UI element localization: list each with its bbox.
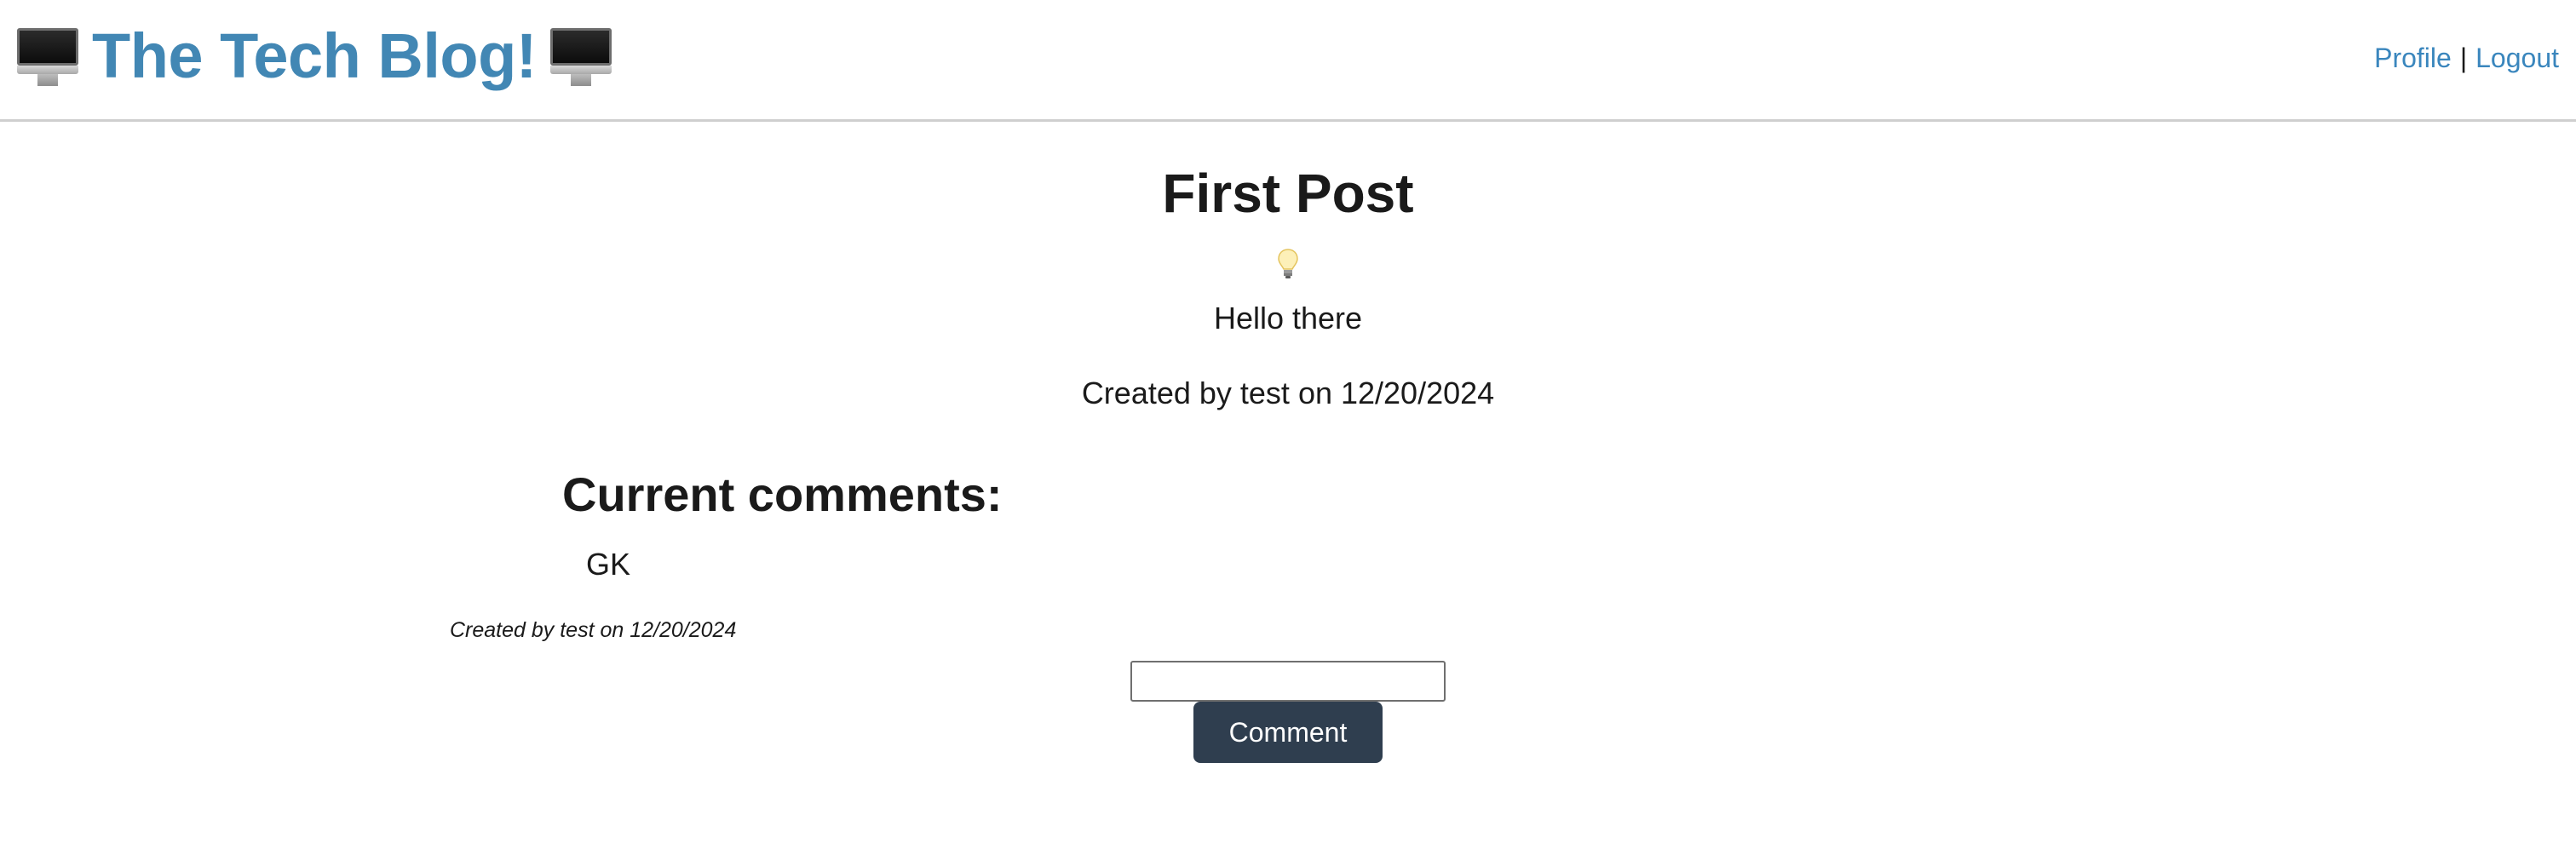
post-body: Hello there xyxy=(1213,301,1363,335)
post: First Post Hello there Created by test o… xyxy=(0,166,2576,411)
header-nav: Profile | Logout xyxy=(2374,43,2559,74)
comments-heading: Current comments: xyxy=(562,467,1003,521)
desktop-computer-icon xyxy=(549,23,613,89)
desktop-computer-icon xyxy=(15,23,80,89)
comment-input[interactable] xyxy=(1130,661,1446,702)
post-title: First Post xyxy=(1162,163,1414,224)
comment-form: Comment xyxy=(0,661,2576,763)
site-brand[interactable]: The Tech Blog! xyxy=(15,15,613,97)
light-bulb-icon xyxy=(1278,249,1298,278)
site-title[interactable]: The Tech Blog! xyxy=(92,25,537,88)
nav-separator: | xyxy=(2459,43,2468,73)
comment-button[interactable]: Comment xyxy=(1193,702,1383,763)
comment-meta: Created by test on 12/20/2024 xyxy=(450,618,737,642)
post-meta: Created by test on 12/20/2024 xyxy=(1081,376,1495,410)
logout-link[interactable]: Logout xyxy=(2475,43,2559,74)
comment-text: GK xyxy=(586,547,631,582)
profile-link[interactable]: Profile xyxy=(2374,43,2452,74)
site-header: The Tech Blog! Profile | Logout xyxy=(0,0,2576,122)
